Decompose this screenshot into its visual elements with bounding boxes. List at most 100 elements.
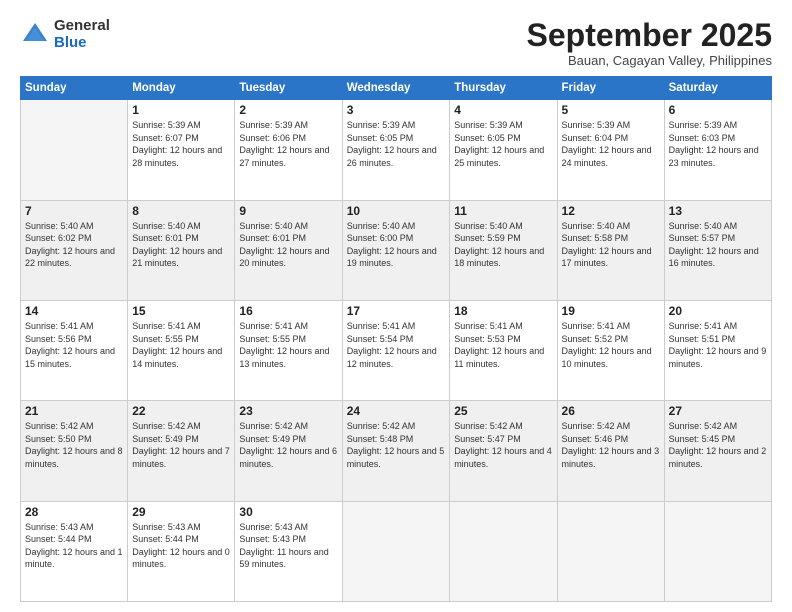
day-info: Sunrise: 5:41 AM Sunset: 5:55 PM Dayligh… <box>132 320 230 370</box>
day-number: 5 <box>562 103 660 117</box>
logo: General Blue <box>20 18 110 51</box>
header-saturday: Saturday <box>664 77 771 100</box>
table-row <box>450 501 557 601</box>
day-number: 3 <box>347 103 446 117</box>
day-number: 10 <box>347 204 446 218</box>
calendar-week-row: 14 Sunrise: 5:41 AM Sunset: 5:56 PM Dayli… <box>21 300 772 400</box>
logo-blue: Blue <box>54 35 110 52</box>
day-info: Sunrise: 5:42 AM Sunset: 5:48 PM Dayligh… <box>347 420 446 470</box>
day-number: 15 <box>132 304 230 318</box>
day-number: 28 <box>25 505 123 519</box>
table-row: 1Sunrise: 5:39 AM Sunset: 6:07 PM Daylig… <box>128 100 235 200</box>
table-row: 2 Sunrise: 5:39 AM Sunset: 6:06 PM Daylig… <box>235 100 342 200</box>
day-number: 25 <box>454 404 552 418</box>
day-number: 12 <box>562 204 660 218</box>
header-thursday: Thursday <box>450 77 557 100</box>
day-info: Sunrise: 5:42 AM Sunset: 5:50 PM Dayligh… <box>25 420 123 470</box>
day-number: 6 <box>669 103 767 117</box>
day-number: 29 <box>132 505 230 519</box>
day-info: Sunrise: 5:42 AM Sunset: 5:45 PM Dayligh… <box>669 420 767 470</box>
day-number: 26 <box>562 404 660 418</box>
logo-general: General <box>54 18 110 35</box>
day-number: 27 <box>669 404 767 418</box>
day-info: Sunrise: 5:41 AM Sunset: 5:53 PM Dayligh… <box>454 320 552 370</box>
day-info: Sunrise: 5:39 AM Sunset: 6:04 PM Dayligh… <box>562 119 660 169</box>
table-row: 3 Sunrise: 5:39 AM Sunset: 6:05 PM Daylig… <box>342 100 450 200</box>
day-number: 14 <box>25 304 123 318</box>
day-info: Sunrise: 5:41 AM Sunset: 5:51 PM Dayligh… <box>669 320 767 370</box>
table-row <box>21 100 128 200</box>
table-row: 10 Sunrise: 5:40 AM Sunset: 6:00 PM Dayli… <box>342 200 450 300</box>
day-info: Sunrise: 5:43 AM Sunset: 5:43 PM Dayligh… <box>239 521 337 571</box>
day-info: Sunrise: 5:43 AM Sunset: 5:44 PM Dayligh… <box>25 521 123 571</box>
day-number: 13 <box>669 204 767 218</box>
day-info: Sunrise: 5:42 AM Sunset: 5:46 PM Dayligh… <box>562 420 660 470</box>
day-info: Sunrise: 5:40 AM Sunset: 5:57 PM Dayligh… <box>669 220 767 270</box>
day-info: Sunrise: 5:42 AM Sunset: 5:49 PM Dayligh… <box>239 420 337 470</box>
day-info: Sunrise: 5:40 AM Sunset: 5:58 PM Dayligh… <box>562 220 660 270</box>
table-row: 23Sunrise: 5:42 AM Sunset: 5:49 PM Dayli… <box>235 401 342 501</box>
table-row: 14 Sunrise: 5:41 AM Sunset: 5:56 PM Dayli… <box>21 300 128 400</box>
day-number: 7 <box>25 204 123 218</box>
location: Bauan, Cagayan Valley, Philippines <box>527 53 772 68</box>
table-row: 18Sunrise: 5:41 AM Sunset: 5:53 PM Dayli… <box>450 300 557 400</box>
calendar-week-row: 21 Sunrise: 5:42 AM Sunset: 5:50 PM Dayli… <box>21 401 772 501</box>
day-info: Sunrise: 5:43 AM Sunset: 5:44 PM Dayligh… <box>132 521 230 571</box>
day-number: 24 <box>347 404 446 418</box>
day-info: Sunrise: 5:41 AM Sunset: 5:56 PM Dayligh… <box>25 320 123 370</box>
page: General Blue September 2025 Bauan, Cagay… <box>0 0 792 612</box>
table-row: 17 Sunrise: 5:41 AM Sunset: 5:54 PM Dayli… <box>342 300 450 400</box>
calendar-week-row: 1Sunrise: 5:39 AM Sunset: 6:07 PM Daylig… <box>21 100 772 200</box>
table-row <box>342 501 450 601</box>
table-row: 5 Sunrise: 5:39 AM Sunset: 6:04 PM Daylig… <box>557 100 664 200</box>
header-wednesday: Wednesday <box>342 77 450 100</box>
header-sunday: Sunday <box>21 77 128 100</box>
day-info: Sunrise: 5:40 AM Sunset: 6:01 PM Dayligh… <box>239 220 337 270</box>
day-info: Sunrise: 5:39 AM Sunset: 6:06 PM Dayligh… <box>239 119 337 169</box>
day-number: 20 <box>669 304 767 318</box>
day-info: Sunrise: 5:40 AM Sunset: 6:01 PM Dayligh… <box>132 220 230 270</box>
day-info: Sunrise: 5:41 AM Sunset: 5:52 PM Dayligh… <box>562 320 660 370</box>
table-row: 9 Sunrise: 5:40 AM Sunset: 6:01 PM Daylig… <box>235 200 342 300</box>
table-row: 7Sunrise: 5:40 AM Sunset: 6:02 PM Daylig… <box>21 200 128 300</box>
table-row: 8 Sunrise: 5:40 AM Sunset: 6:01 PM Daylig… <box>128 200 235 300</box>
day-number: 8 <box>132 204 230 218</box>
logo-text: General Blue <box>54 18 110 51</box>
table-row: 24 Sunrise: 5:42 AM Sunset: 5:48 PM Dayli… <box>342 401 450 501</box>
day-number: 17 <box>347 304 446 318</box>
header-monday: Monday <box>128 77 235 100</box>
table-row: 12 Sunrise: 5:40 AM Sunset: 5:58 PM Dayli… <box>557 200 664 300</box>
table-row <box>664 501 771 601</box>
table-row: 26 Sunrise: 5:42 AM Sunset: 5:46 PM Dayli… <box>557 401 664 501</box>
table-row: 11 Sunrise: 5:40 AM Sunset: 5:59 PM Dayli… <box>450 200 557 300</box>
logo-icon <box>20 20 50 50</box>
day-number: 19 <box>562 304 660 318</box>
table-row: 16 Sunrise: 5:41 AM Sunset: 5:55 PM Dayli… <box>235 300 342 400</box>
calendar-table: Sunday Monday Tuesday Wednesday Thursday… <box>20 76 772 602</box>
table-row: 15 Sunrise: 5:41 AM Sunset: 5:55 PM Dayli… <box>128 300 235 400</box>
table-row: 27 Sunrise: 5:42 AM Sunset: 5:45 PM Dayli… <box>664 401 771 501</box>
table-row: 21 Sunrise: 5:42 AM Sunset: 5:50 PM Dayli… <box>21 401 128 501</box>
header-tuesday: Tuesday <box>235 77 342 100</box>
day-info: Sunrise: 5:41 AM Sunset: 5:54 PM Dayligh… <box>347 320 446 370</box>
table-row: 13 Sunrise: 5:40 AM Sunset: 5:57 PM Dayli… <box>664 200 771 300</box>
day-info: Sunrise: 5:42 AM Sunset: 5:47 PM Dayligh… <box>454 420 552 470</box>
day-info: Sunrise: 5:39 AM Sunset: 6:05 PM Dayligh… <box>347 119 446 169</box>
day-info: Sunrise: 5:42 AM Sunset: 5:49 PM Dayligh… <box>132 420 230 470</box>
day-info: Sunrise: 5:41 AM Sunset: 5:55 PM Dayligh… <box>239 320 337 370</box>
table-row: 19 Sunrise: 5:41 AM Sunset: 5:52 PM Dayli… <box>557 300 664 400</box>
day-number: 2 <box>239 103 337 117</box>
table-row: 4Sunrise: 5:39 AM Sunset: 6:05 PM Daylig… <box>450 100 557 200</box>
day-info: Sunrise: 5:39 AM Sunset: 6:05 PM Dayligh… <box>454 119 552 169</box>
table-row: 28 Sunrise: 5:43 AM Sunset: 5:44 PM Dayli… <box>21 501 128 601</box>
day-number: 16 <box>239 304 337 318</box>
day-number: 11 <box>454 204 552 218</box>
table-row <box>557 501 664 601</box>
day-number: 1 <box>132 103 230 117</box>
day-number: 9 <box>239 204 337 218</box>
day-number: 30 <box>239 505 337 519</box>
day-info: Sunrise: 5:40 AM Sunset: 6:00 PM Dayligh… <box>347 220 446 270</box>
day-number: 21 <box>25 404 123 418</box>
table-row: 25 Sunrise: 5:42 AM Sunset: 5:47 PM Dayli… <box>450 401 557 501</box>
day-info: Sunrise: 5:40 AM Sunset: 5:59 PM Dayligh… <box>454 220 552 270</box>
